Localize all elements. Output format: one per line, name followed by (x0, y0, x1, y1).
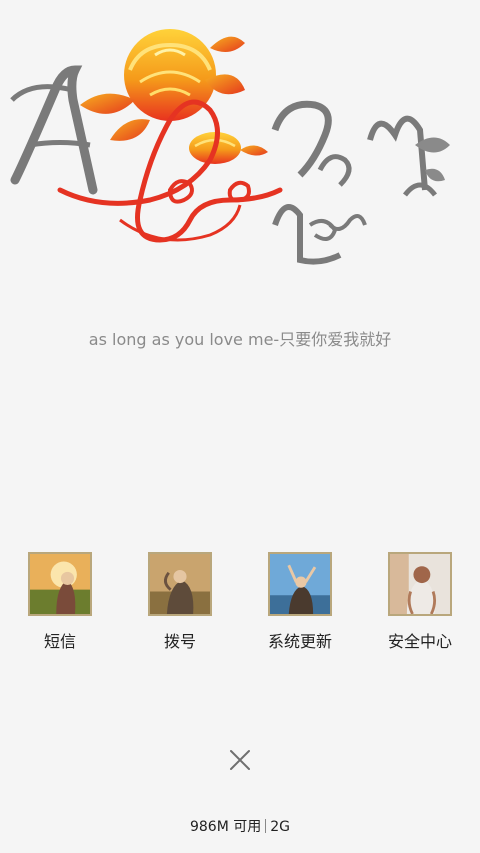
app-dock: 短信 拨号 系统更新 安全中心 (0, 552, 480, 662)
dock-item-dialer[interactable]: 拨号 (120, 552, 240, 652)
system-update-thumbnail-icon[interactable] (268, 552, 332, 616)
rose-logo-icon (10, 29, 450, 265)
security-center-thumbnail-icon[interactable] (388, 552, 452, 616)
sms-label: 短信 (43, 632, 76, 651)
dialer-thumbnail-icon[interactable] (148, 552, 212, 616)
memory-total: 2G (270, 819, 291, 835)
dock-item-security-center[interactable]: 安全中心 (360, 552, 480, 652)
security-center-label: 安全中心 (387, 632, 452, 651)
close-icon[interactable] (222, 742, 258, 778)
dock-item-system-update[interactable]: 系统更新 (240, 552, 360, 652)
memory-available: 986M 可用 (189, 819, 262, 835)
memory-separator (265, 819, 267, 833)
tagline-text: as long as you love me-只要你爱我就好 (88, 330, 392, 349)
dock-item-sms[interactable]: 短信 (0, 552, 120, 652)
close-button[interactable] (222, 742, 258, 778)
logo-artwork (0, 20, 480, 280)
dialer-label: 拨号 (163, 632, 196, 651)
system-update-label: 系统更新 (267, 632, 332, 651)
memory-status: 986M 可用 2G (0, 816, 480, 836)
sms-thumbnail-icon[interactable] (28, 552, 92, 616)
